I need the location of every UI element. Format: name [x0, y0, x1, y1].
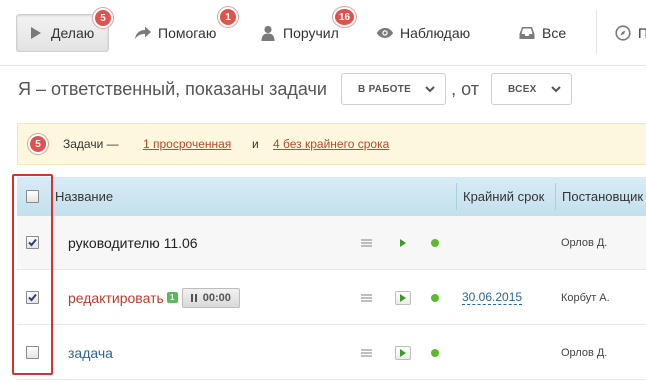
tab-watching[interactable]: Наблюдаю: [376, 14, 470, 52]
status-dot: [431, 348, 439, 357]
start-task-button[interactable]: [395, 345, 411, 360]
task-table-header: Название Крайний срок Постановщик: [17, 177, 646, 216]
tab-divider: [596, 10, 597, 54]
filter-prefix: Я – ответственный, показаны задачи: [18, 78, 327, 99]
tab-helping[interactable]: Помогаю: [134, 14, 216, 52]
task-name-link[interactable]: задача: [68, 345, 113, 361]
timer-value: 00:00: [202, 291, 231, 304]
tab-doing-badge: 5: [93, 8, 113, 28]
menu-icon[interactable]: [361, 293, 372, 302]
status-dropdown[interactable]: В РАБОТЕ: [340, 73, 447, 105]
play-icon: [27, 24, 45, 42]
chevron-down-icon: [550, 86, 561, 93]
tab-all-label: Все: [542, 25, 567, 41]
tab-assigned[interactable]: Поручил: [259, 14, 339, 52]
tab-helping-badge: 1: [218, 7, 238, 27]
compass-icon: [614, 24, 632, 42]
share-arrow-icon: [134, 24, 152, 42]
checkbox-column-highlight: [12, 174, 53, 375]
status-dot: [431, 293, 439, 302]
tab-doing-label: Делаю: [51, 25, 95, 41]
task-name-cell: редактировать 1 00:00: [68, 287, 240, 308]
play-icon: [400, 293, 406, 302]
task-timer-button[interactable]: 00:00: [181, 287, 240, 308]
column-divider: [456, 183, 457, 210]
no-deadline-link[interactable]: 4 без крайнего срока: [273, 137, 389, 151]
creator-name[interactable]: Орлов Д.: [561, 237, 607, 249]
column-name-header[interactable]: Название: [55, 189, 113, 204]
start-task-button[interactable]: [395, 290, 411, 305]
status-dropdown-value: В РАБОТЕ: [357, 83, 412, 95]
creator-name[interactable]: Орлов Д.: [561, 347, 607, 359]
table-row[interactable]: задача Орлов Д.: [17, 326, 646, 380]
chevron-down-icon: [425, 86, 435, 93]
tab-assigned-label: Поручил: [283, 25, 339, 41]
menu-icon[interactable]: [361, 238, 372, 247]
from-dropdown-value: ВСЕХ: [508, 83, 537, 95]
task-filter-tabs: Делаю 5 Помогаю 1 Поручил 16 Наблюдаю Вс…: [0, 0, 646, 66]
status-dot: [431, 238, 439, 247]
task-name-link[interactable]: редактировать: [68, 290, 164, 306]
pause-icon: [190, 293, 197, 302]
start-task-button[interactable]: [395, 236, 411, 250]
menu-icon[interactable]: [361, 348, 372, 357]
notice-conjunction: и: [252, 137, 259, 151]
notice-badge: 5: [28, 134, 48, 154]
play-icon: [400, 348, 406, 357]
overdue-link[interactable]: 1 просроченная: [143, 137, 231, 151]
filter-line: Я – ответственный, показаны задачи В РАБ…: [18, 73, 572, 105]
filter-separator: , от: [451, 78, 480, 99]
tab-more-label: П: [638, 25, 646, 41]
tab-all[interactable]: Все: [518, 14, 566, 52]
deadline-date[interactable]: 30.06.2015: [462, 290, 523, 305]
from-dropdown[interactable]: ВСЕХ: [491, 73, 572, 105]
person-icon: [259, 24, 277, 42]
play-icon: [400, 238, 406, 247]
comment-count-badge: 1: [166, 291, 178, 303]
eye-icon: [376, 24, 394, 42]
table-row[interactable]: редактировать 1 00:00 30.06.2015 Корбут А.: [17, 271, 646, 325]
inbox-icon: [518, 24, 536, 42]
tab-assigned-badge: 16: [333, 7, 356, 27]
creator-name[interactable]: Корбут А.: [561, 292, 610, 304]
tab-watching-label: Наблюдаю: [400, 25, 471, 41]
tab-helping-label: Помогаю: [158, 25, 217, 41]
table-row[interactable]: руководителю 11.06 Орлов Д.: [17, 216, 646, 270]
task-name-link[interactable]: руководителю 11.06: [68, 235, 198, 251]
notice-prefix: Задачи —: [63, 137, 119, 151]
column-creator-header[interactable]: Постановщик: [562, 189, 643, 204]
column-deadline-header[interactable]: Крайний срок: [463, 189, 544, 204]
task-summary-notice: 5 Задачи — 1 просроченная и 4 без крайне…: [17, 123, 646, 165]
column-divider: [555, 183, 556, 210]
tab-more[interactable]: П: [614, 14, 646, 52]
